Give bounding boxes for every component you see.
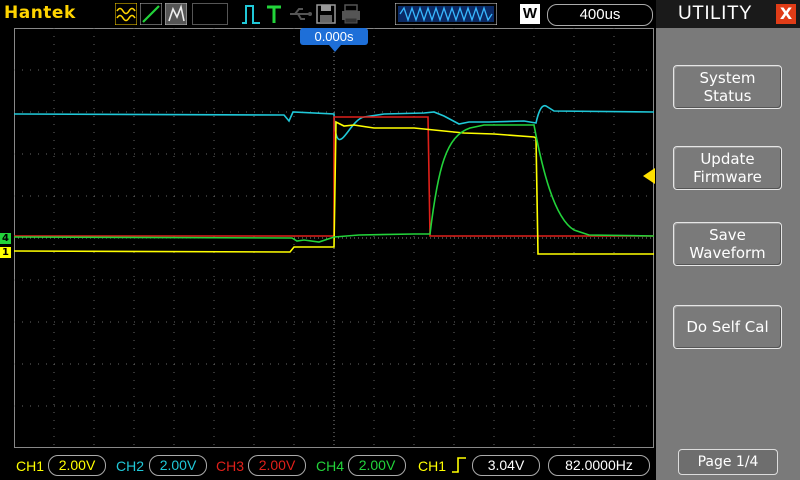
empty-slot-icon bbox=[192, 3, 228, 25]
bottom-status-bar: CH1 2.00V CH2 2.00V CH3 2.00V CH4 2.00V … bbox=[0, 450, 655, 480]
trigger-level[interactable]: 3.04V bbox=[472, 455, 540, 476]
trigger-position-arrow bbox=[329, 45, 341, 52]
zoom-mode-button[interactable]: W bbox=[520, 4, 540, 24]
rising-edge-icon[interactable] bbox=[451, 456, 467, 474]
waveform-display bbox=[14, 28, 654, 448]
persistence-icon[interactable] bbox=[165, 3, 187, 25]
trigger-t-icon[interactable] bbox=[265, 3, 283, 25]
ch1-level-marker[interactable]: 1 bbox=[0, 247, 11, 258]
ch4-label[interactable]: CH4 bbox=[316, 458, 344, 474]
update-firmware-button[interactable]: Update Firmware bbox=[673, 146, 782, 190]
pulse-icon[interactable] bbox=[240, 3, 262, 25]
menu-title: UTILITY bbox=[678, 3, 753, 24]
trigger-frequency: 82.0000Hz bbox=[548, 455, 650, 476]
ch3-label[interactable]: CH3 bbox=[216, 458, 244, 474]
timebase-readout: 400us bbox=[547, 4, 653, 26]
trigger-level-arrow[interactable] bbox=[643, 168, 655, 184]
save-disk-icon[interactable] bbox=[316, 3, 336, 25]
save-waveform-button[interactable]: Save Waveform bbox=[673, 222, 782, 266]
trigger-time-marker: 0.000s bbox=[300, 28, 368, 45]
page-button[interactable]: Page 1/4 bbox=[678, 449, 778, 475]
ch2-label[interactable]: CH2 bbox=[116, 458, 144, 474]
ch1-scale[interactable]: 2.00V bbox=[48, 455, 106, 476]
trigger-source-label[interactable]: CH1 bbox=[418, 458, 446, 474]
waveform-icon[interactable] bbox=[115, 3, 137, 25]
menu-title-bar: UTILITY X bbox=[656, 0, 800, 28]
close-icon[interactable]: X bbox=[776, 4, 796, 24]
brand-logo: Hantek bbox=[4, 3, 76, 23]
memory-depth-icon[interactable] bbox=[395, 3, 497, 25]
do-self-cal-button[interactable]: Do Self Cal bbox=[673, 305, 782, 349]
ch4-scale[interactable]: 2.00V bbox=[348, 455, 406, 476]
ch3-scale[interactable]: 2.00V bbox=[248, 455, 306, 476]
printer-icon[interactable] bbox=[340, 3, 362, 25]
usb-icon[interactable] bbox=[288, 3, 314, 25]
ramp-icon[interactable] bbox=[140, 3, 162, 25]
utility-menu: UTILITY X System Status Update Firmware … bbox=[656, 0, 800, 480]
ch2-scale[interactable]: 2.00V bbox=[149, 455, 207, 476]
ch1-label[interactable]: CH1 bbox=[16, 458, 44, 474]
oscilloscope-screen bbox=[14, 28, 654, 448]
top-status-bar: Hantek W 400us bbox=[0, 0, 655, 28]
system-status-button[interactable]: System Status bbox=[673, 65, 782, 109]
ch4-level-marker[interactable]: 4 bbox=[0, 233, 11, 244]
